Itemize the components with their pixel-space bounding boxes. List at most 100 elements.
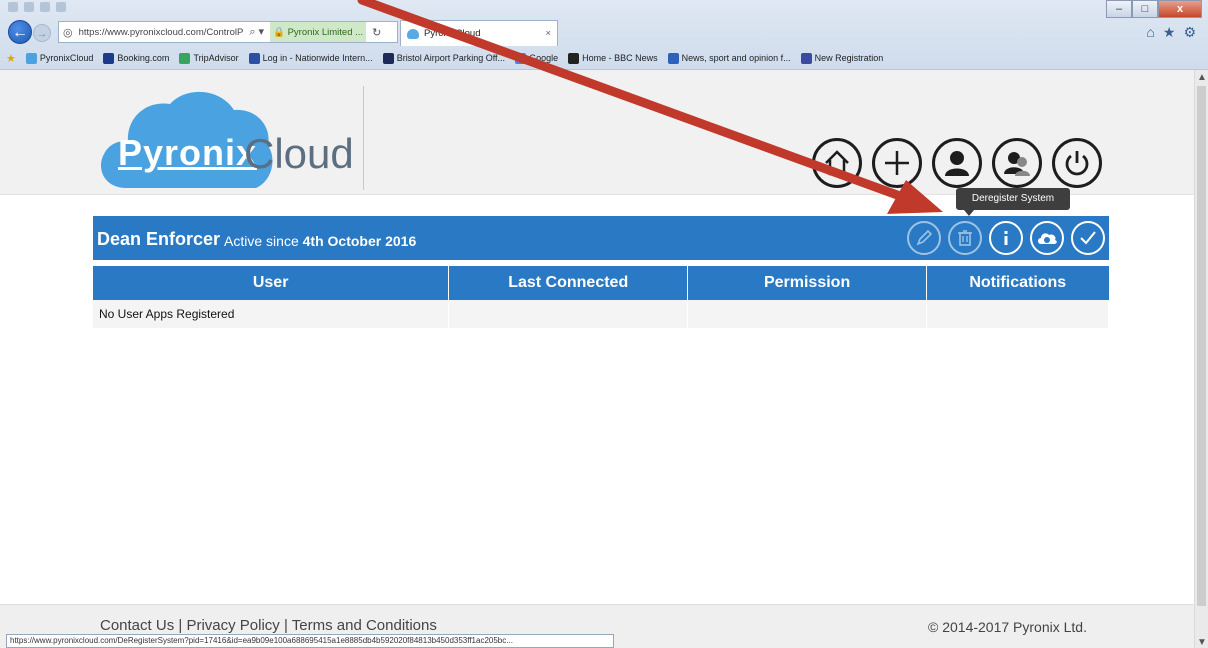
favorite-icon xyxy=(103,52,115,64)
footer-links: Contact Us | Privacy Policy | Terms and … xyxy=(100,617,437,634)
search-icon[interactable]: ⌕ ▾ xyxy=(249,25,264,39)
table-cell-notifications xyxy=(926,300,1109,328)
favorite-icon xyxy=(248,52,260,64)
browser-tools: ⌂ ★ ⚙ xyxy=(1146,24,1196,41)
favorite-label: Home - BBC News xyxy=(582,53,658,63)
refresh-icon[interactable]: ↻ xyxy=(372,26,381,39)
edit-icon[interactable] xyxy=(907,221,941,255)
cloud-icon[interactable] xyxy=(1030,221,1064,255)
scroll-down-icon[interactable]: ▼ xyxy=(1197,637,1207,648)
info-icon[interactable] xyxy=(989,221,1023,255)
table-cell-user: No User Apps Registered xyxy=(93,300,450,328)
favorite-icon xyxy=(179,52,191,64)
header-divider xyxy=(363,86,364,190)
vertical-scrollbar[interactable]: ▲ ▼ xyxy=(1194,70,1208,648)
settings-gear-icon[interactable]: ⚙ xyxy=(1183,24,1196,41)
table-cell-permission xyxy=(687,300,928,328)
back-button[interactable]: ← xyxy=(8,20,32,44)
active-prefix: Active since xyxy=(224,232,299,249)
maximize-button[interactable]: □ xyxy=(1132,0,1158,18)
site-icon: ◎ xyxy=(63,26,73,39)
favorites-star-icon[interactable]: ★ xyxy=(6,52,16,65)
favorites-bar: ★ PyronixCloud Booking.com TripAdvisor Log … xyxy=(0,48,1208,68)
favorite-label: Booking.com xyxy=(117,53,170,63)
address-url: https://www.pyronixcloud.com/ControlP xyxy=(78,26,244,38)
security-badge[interactable]: 🔒 Pyronix Limited ... xyxy=(270,22,367,42)
favorite-label: Log in - Nationwide Intern... xyxy=(262,53,373,63)
privacy-policy-link[interactable]: Privacy Policy xyxy=(186,617,279,634)
active-date: 4th October 2016 xyxy=(302,232,417,249)
favorite-icon xyxy=(800,52,812,64)
footer-separator: | xyxy=(279,617,292,634)
favorite-item[interactable]: PyronixCloud xyxy=(25,52,94,64)
scroll-thumb[interactable] xyxy=(1197,86,1206,606)
check-icon[interactable] xyxy=(1071,221,1105,255)
home-browser-icon[interactable]: ⌂ xyxy=(1146,24,1154,41)
forward-button[interactable]: → xyxy=(33,24,51,42)
tab-title: PyronixCloud xyxy=(424,28,481,39)
favorite-item[interactable]: Log in - Nationwide Intern... xyxy=(248,52,373,64)
users-icon[interactable] xyxy=(992,138,1042,188)
favorite-label: Bristol Airport Parking Off... xyxy=(396,53,506,63)
navigation-bar: ← → ◎ https://www.pyronixcloud.com/Contr… xyxy=(6,18,1206,46)
favorite-item[interactable]: Google xyxy=(515,52,559,64)
add-icon[interactable] xyxy=(872,138,922,188)
contact-us-link[interactable]: Contact Us xyxy=(100,617,174,634)
column-header-last-connected[interactable]: Last Connected xyxy=(448,266,689,300)
favorites-star-icon[interactable]: ★ xyxy=(1163,24,1176,41)
trash-icon[interactable] xyxy=(948,221,982,255)
deregister-tooltip: Deregister System xyxy=(956,188,1070,216)
column-header-user[interactable]: User xyxy=(93,266,450,300)
column-header-notifications[interactable]: Notifications xyxy=(926,266,1109,300)
favorite-label: Google xyxy=(529,53,559,63)
lock-icon: 🔒 xyxy=(273,26,288,38)
favorite-item[interactable]: Home - BBC News xyxy=(568,52,658,64)
status-bar-url: https://www.pyronixcloud.com/DeRegisterS… xyxy=(6,634,614,648)
table-cell-last-connected xyxy=(448,300,689,328)
favorite-label: TripAdvisor xyxy=(193,53,239,63)
logo-brand: Pyronix xyxy=(118,132,258,173)
system-bar: Dean Enforcer Active since 4th October 2… xyxy=(93,216,1109,260)
address-bar[interactable]: ◎ https://www.pyronixcloud.com/ControlP … xyxy=(58,21,398,43)
browser-window: – □ x ← → ◎ https://www.pyronixcloud.com… xyxy=(0,0,1208,648)
window-controls: – □ x xyxy=(1106,0,1202,18)
security-org: Pyronix Limited ... xyxy=(287,26,364,38)
quick-access-toolbar xyxy=(8,2,66,16)
cloud-favicon-icon xyxy=(407,28,419,39)
favorite-item[interactable]: TripAdvisor xyxy=(179,52,239,64)
scroll-up-icon[interactable]: ▲ xyxy=(1197,72,1207,83)
copyright: © 2014-2017 Pyronix Ltd. xyxy=(928,619,1087,635)
favorite-icon xyxy=(568,52,580,64)
user-apps-table: User Last Connected Permission Notificat… xyxy=(93,266,1109,328)
minimize-button[interactable]: – xyxy=(1106,0,1132,18)
favorite-icon xyxy=(515,52,527,64)
favorite-item[interactable]: Booking.com xyxy=(103,52,170,64)
logo-suffix: Cloud xyxy=(244,130,354,177)
favorite-icon xyxy=(382,52,394,64)
site-header: Pyronix Cloud xyxy=(0,70,1194,195)
tab-pyronixcloud[interactable]: PyronixCloud × xyxy=(400,20,558,46)
favorite-icon xyxy=(667,52,679,64)
favorite-item[interactable]: Bristol Airport Parking Off... xyxy=(382,52,506,64)
system-active-since: Active since 4th October 2016 xyxy=(224,233,416,249)
favorite-icon xyxy=(25,52,37,64)
user-icon[interactable] xyxy=(932,138,982,188)
close-window-button[interactable]: x xyxy=(1158,0,1202,18)
table-header-row: User Last Connected Permission Notificat… xyxy=(93,266,1109,300)
power-icon[interactable] xyxy=(1052,138,1102,188)
favorite-label: News, sport and opinion f... xyxy=(681,53,791,63)
column-header-permission[interactable]: Permission xyxy=(687,266,928,300)
favorite-item[interactable]: New Registration xyxy=(800,52,884,64)
system-name: Dean Enforcer xyxy=(97,228,221,249)
favorite-label: PyronixCloud xyxy=(39,53,94,63)
system-actions xyxy=(907,221,1105,255)
terms-link[interactable]: Terms and Conditions xyxy=(292,617,437,634)
home-icon[interactable] xyxy=(812,138,862,188)
footer-separator: | xyxy=(174,617,187,634)
browser-chrome: – □ x ← → ◎ https://www.pyronixcloud.com… xyxy=(0,0,1208,70)
tab-close-icon[interactable]: × xyxy=(545,28,551,39)
table-row: No User Apps Registered xyxy=(93,300,1109,328)
header-actions xyxy=(812,138,1102,188)
favorite-item[interactable]: News, sport and opinion f... xyxy=(667,52,791,64)
favorite-label: New Registration xyxy=(814,53,884,63)
